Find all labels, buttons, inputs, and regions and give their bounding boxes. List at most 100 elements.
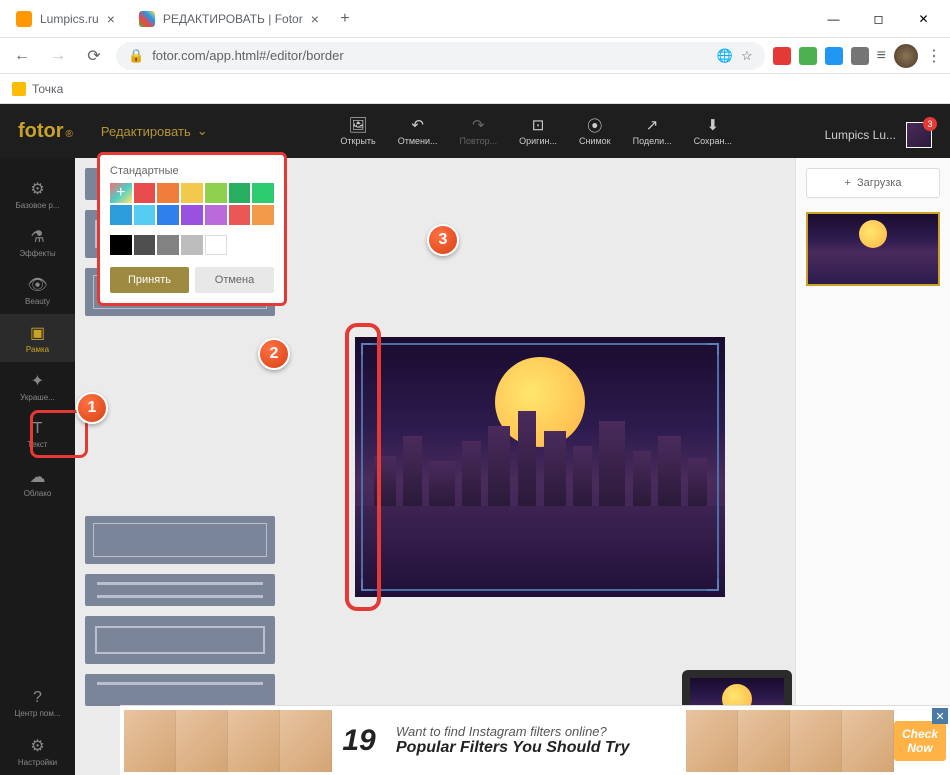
color-swatch[interactable]: [181, 183, 203, 203]
cancel-button[interactable]: Отмена: [195, 267, 274, 293]
reading-list-icon[interactable]: ≡: [877, 47, 886, 65]
ad-subheadline: Popular Filters You Should Try: [396, 739, 676, 757]
ad-banner[interactable]: 19 Want to find Instagram filters online…: [120, 705, 950, 775]
frame-preset[interactable]: [85, 674, 275, 706]
left-sidebar: ⚙Базовое р... ⚗Эффекты 👁 Beauty ▣ Рамка ✦У…: [0, 158, 75, 775]
star-icon[interactable]: ☆: [741, 48, 753, 64]
frame-preset[interactable]: [85, 574, 275, 606]
extension-icon[interactable]: [851, 47, 869, 65]
color-swatch[interactable]: [157, 235, 179, 255]
close-icon[interactable]: ×: [107, 11, 115, 27]
accept-button[interactable]: Принять: [110, 267, 189, 293]
ad-images: [686, 710, 894, 772]
color-swatch[interactable]: [110, 235, 132, 255]
sidebar-item-effects[interactable]: ⚗Эффекты: [0, 218, 75, 266]
extension-icon[interactable]: [799, 47, 817, 65]
add-color-button[interactable]: +: [110, 183, 132, 203]
share-button[interactable]: ↗Подели...: [633, 116, 672, 146]
profile-avatar[interactable]: [894, 44, 918, 68]
user-area[interactable]: Lumpics Lu... 3: [825, 122, 932, 148]
color-swatch[interactable]: [134, 205, 156, 225]
color-swatch[interactable]: [205, 183, 227, 203]
sidebar-label: Beauty: [25, 297, 50, 306]
annotation-marker-2: 2: [258, 338, 290, 370]
image-thumbnail[interactable]: [806, 212, 940, 286]
translate-icon[interactable]: 🌐: [717, 48, 733, 64]
share-icon: ↗: [643, 116, 661, 134]
bookmark-item[interactable]: Точка: [12, 82, 63, 96]
frame-preset[interactable]: [85, 616, 275, 664]
snapshot-button[interactable]: ⦿Снимок: [579, 116, 611, 146]
sidebar-item-frame[interactable]: ▣ Рамка: [0, 314, 75, 362]
color-swatch[interactable]: [134, 183, 156, 203]
window-controls: — ◻ ✕: [811, 4, 946, 34]
sidebar-item-settings[interactable]: ⚙Настройки: [0, 727, 75, 775]
sidebar-label: Рамка: [26, 345, 49, 354]
color-swatch[interactable]: [229, 183, 251, 203]
eye-icon: 👁: [27, 275, 47, 295]
color-swatch[interactable]: [134, 235, 156, 255]
lock-icon: 🔒: [128, 48, 144, 64]
ad-headline: Want to find Instagram filters online?: [396, 724, 676, 739]
undo-button[interactable]: ↶Отмени...: [398, 116, 438, 146]
color-swatch[interactable]: [157, 183, 179, 203]
open-button[interactable]: 🖼Открыть: [340, 116, 375, 146]
sidebar-item-text[interactable]: TТекст: [0, 410, 75, 458]
new-tab-button[interactable]: +: [331, 5, 359, 33]
close-button[interactable]: ✕: [901, 4, 946, 34]
sidebar-label: Текст: [27, 440, 47, 449]
reload-button[interactable]: ⟳: [80, 42, 108, 70]
save-button[interactable]: ⬇ Сохран...: [694, 116, 732, 146]
back-button[interactable]: ←: [8, 42, 36, 70]
camera-icon: ⦿: [586, 116, 604, 134]
ad-cta-button[interactable]: Check Now: [894, 721, 946, 761]
color-swatch[interactable]: [205, 205, 227, 225]
image-content: [355, 337, 725, 597]
browser-tab-lumpics[interactable]: Lumpics.ru ×: [4, 3, 127, 35]
sidebar-item-beauty[interactable]: 👁 Beauty: [0, 266, 75, 314]
plus-icon: +: [845, 177, 851, 189]
sidebar-item-decorate[interactable]: ✦Украше...: [0, 362, 75, 410]
help-icon: ?: [33, 689, 42, 707]
browser-tab-fotor[interactable]: РЕДАКТИРОВАТЬ | Fotor ×: [127, 3, 331, 35]
address-bar[interactable]: 🔒 fotor.com/app.html#/editor/border 🌐 ☆: [116, 42, 765, 70]
action-label: Сохран...: [694, 136, 732, 146]
ad-number: 19: [332, 710, 386, 772]
forward-button[interactable]: →: [44, 42, 72, 70]
color-swatch[interactable]: [229, 205, 251, 225]
color-swatch[interactable]: [252, 183, 274, 203]
original-button[interactable]: ⊡Оригин...: [519, 116, 557, 146]
color-picker-popup: Стандартные + Принять Отмена: [97, 152, 287, 306]
sidebar-item-cloud[interactable]: ☁Облако: [0, 458, 75, 506]
redo-button[interactable]: ↷Повтор...: [460, 116, 498, 146]
maximize-button[interactable]: ◻: [856, 4, 901, 34]
close-icon[interactable]: ×: [311, 11, 319, 27]
popup-buttons: Принять Отмена: [110, 267, 274, 293]
favicon-lumpics: [16, 11, 32, 27]
bookmarks-bar: Точка: [0, 74, 950, 104]
extension-icon[interactable]: [773, 47, 791, 65]
color-swatch[interactable]: [205, 235, 227, 255]
edit-dropdown[interactable]: Редактировать ⌄: [101, 123, 208, 139]
save-icon: ⬇: [704, 116, 722, 134]
extension-icon[interactable]: [825, 47, 843, 65]
extensions: ≡ ⋮: [773, 44, 942, 68]
sidebar-item-basic[interactable]: ⚙Базовое р...: [0, 170, 75, 218]
sidebar-item-help[interactable]: ?Центр пом...: [0, 679, 75, 727]
canvas-image[interactable]: [355, 337, 725, 597]
ad-close-button[interactable]: ✕: [932, 708, 948, 724]
upload-button[interactable]: + Загрузка: [806, 168, 940, 198]
color-swatch[interactable]: [181, 235, 203, 255]
color-swatch[interactable]: [252, 205, 274, 225]
menu-icon[interactable]: ⋮: [926, 46, 942, 66]
gear-icon: ⚙: [30, 736, 44, 756]
ad-images: [124, 710, 332, 772]
color-swatch[interactable]: [110, 205, 132, 225]
frame-icon: ▣: [30, 323, 45, 343]
color-swatch[interactable]: [157, 205, 179, 225]
color-swatch[interactable]: [181, 205, 203, 225]
fotor-logo[interactable]: fotor ®: [18, 120, 73, 143]
minimize-button[interactable]: —: [811, 4, 856, 34]
frame-preset[interactable]: [85, 516, 275, 564]
browser-toolbar: ← → ⟳ 🔒 fotor.com/app.html#/editor/borde…: [0, 38, 950, 74]
